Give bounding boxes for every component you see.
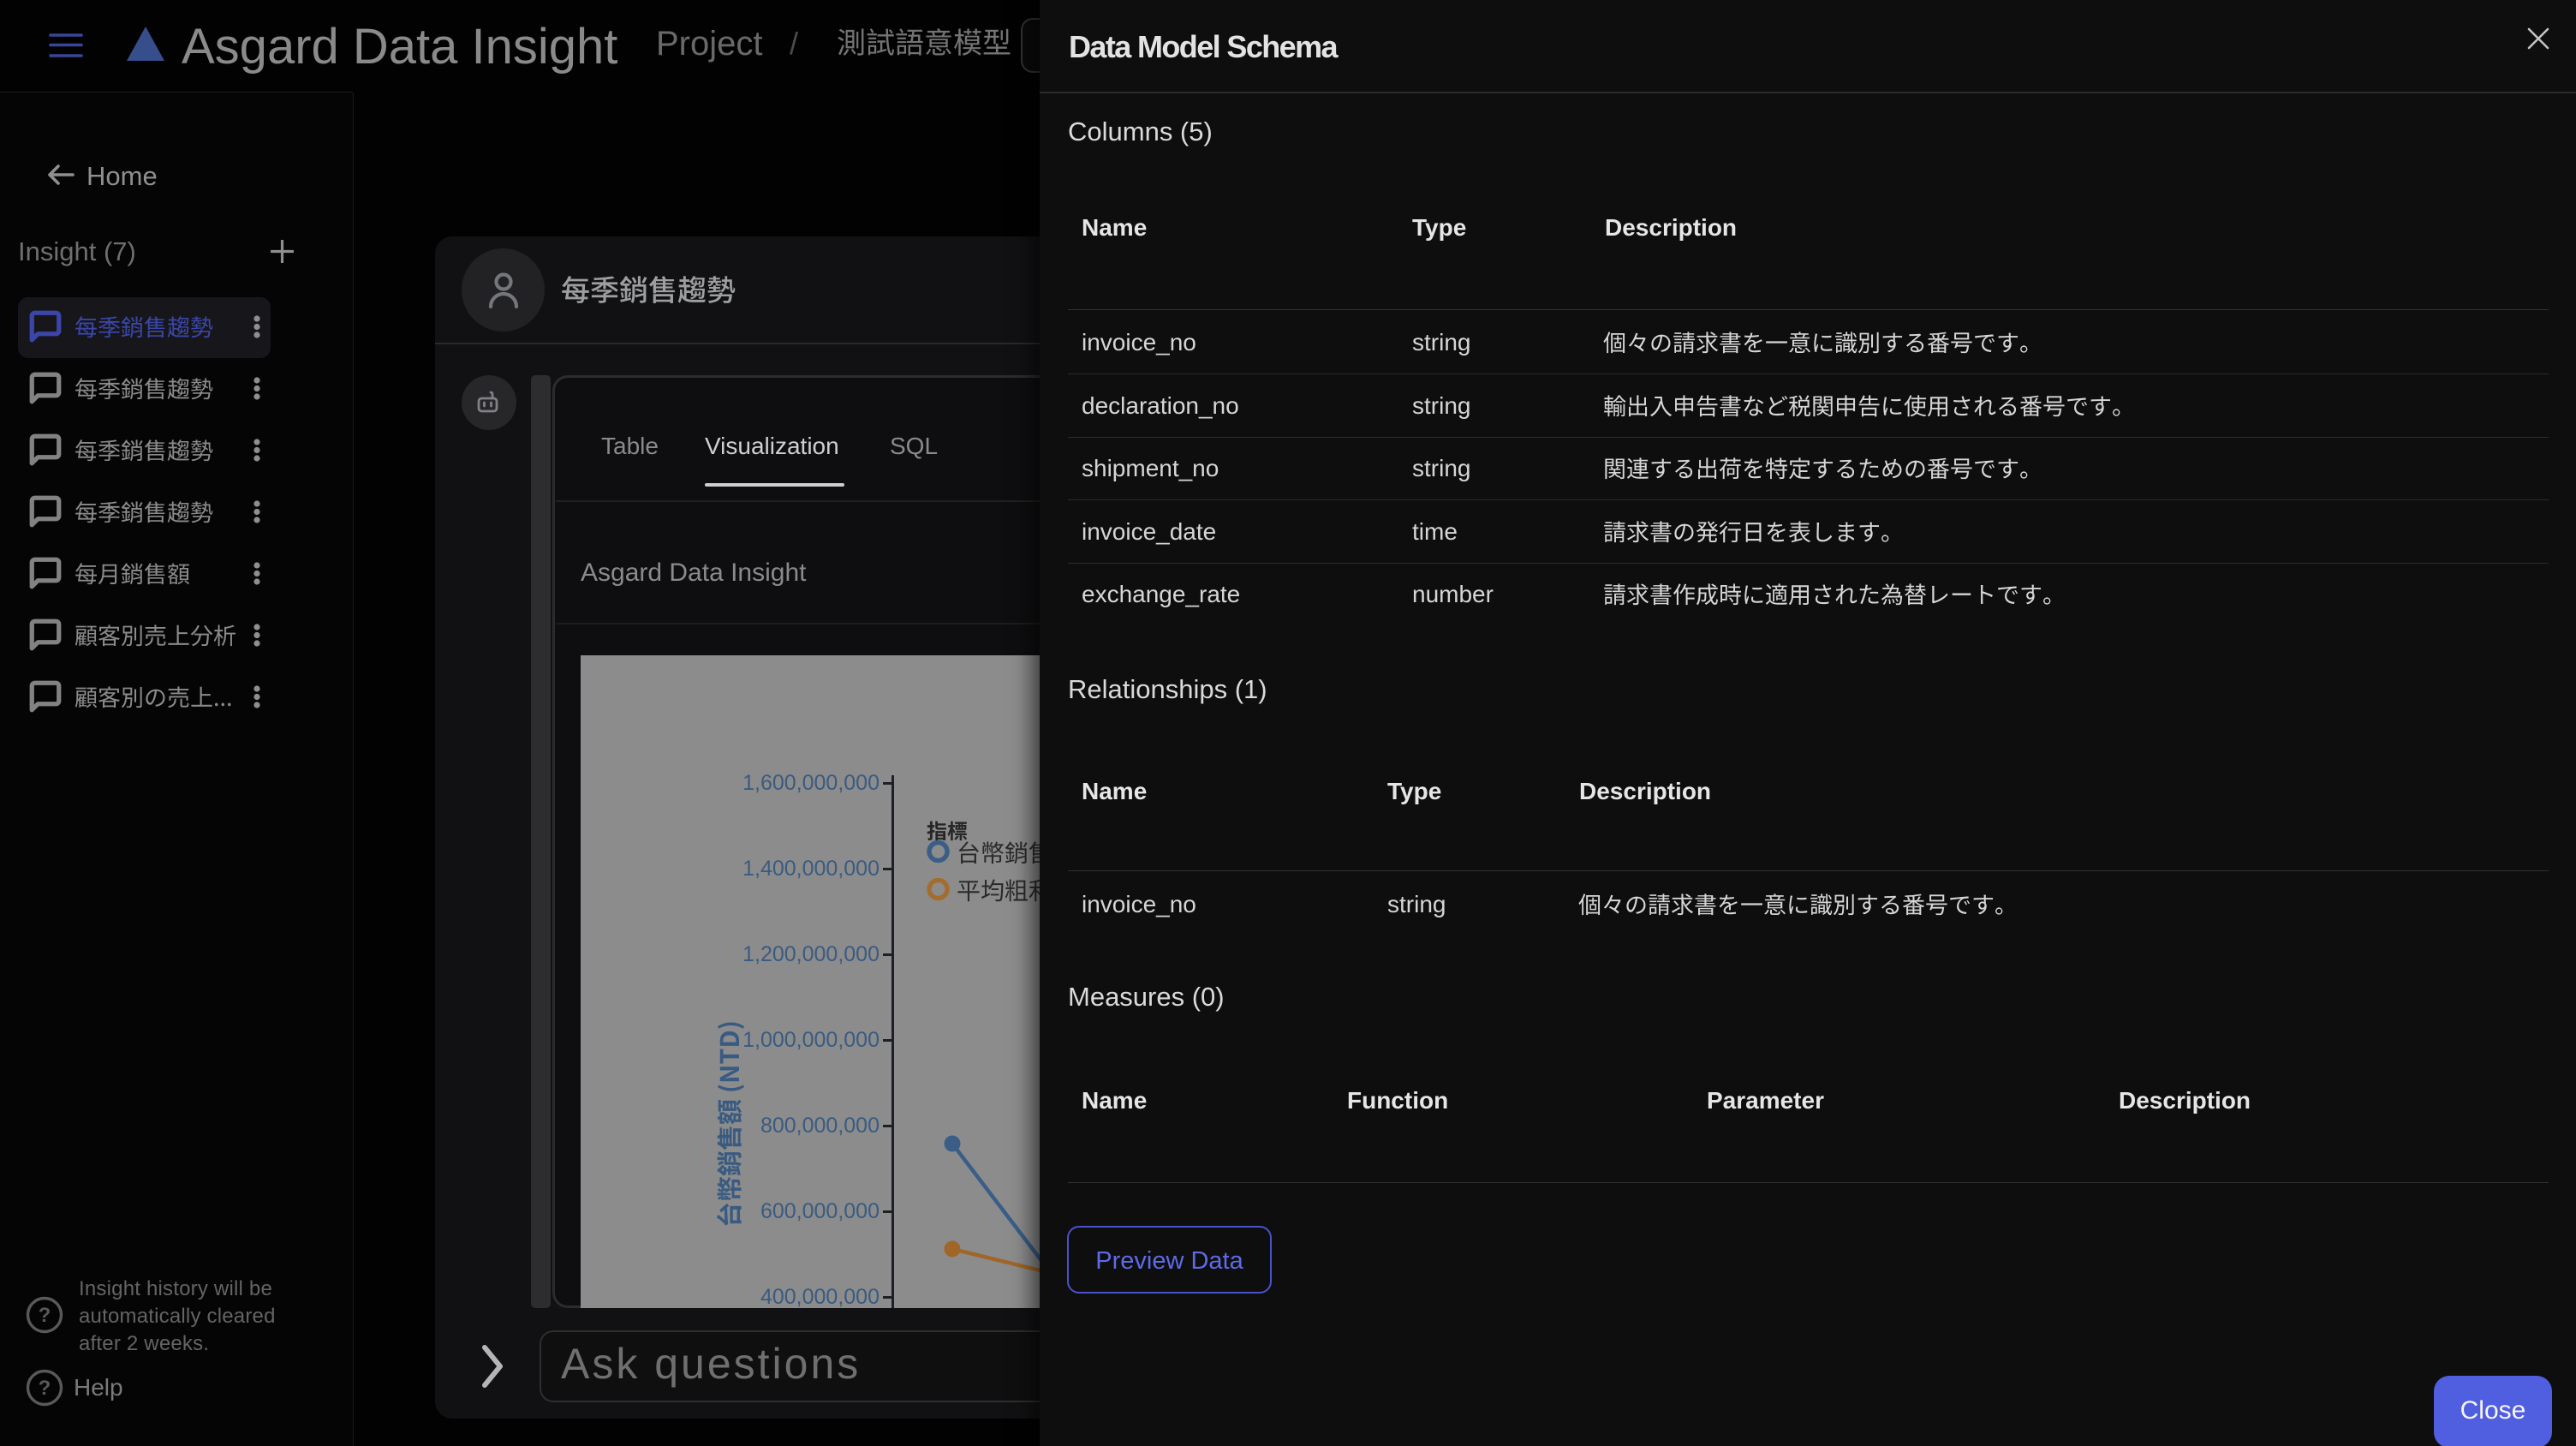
svg-text:?: ? — [39, 1304, 51, 1327]
svg-text:?: ? — [39, 1377, 51, 1400]
